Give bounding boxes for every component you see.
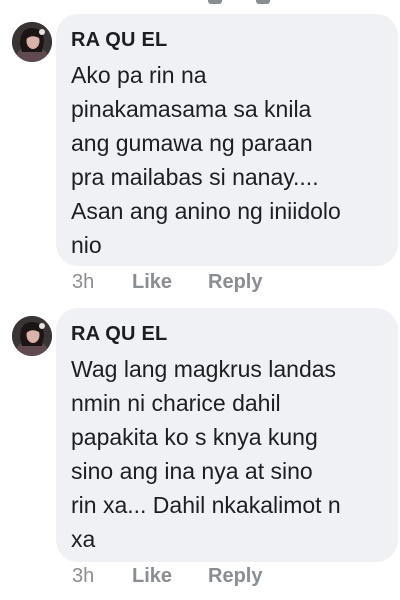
comment-actions: 3h Like Reply [72, 565, 262, 588]
comment-author[interactable]: RA QU EL [71, 28, 382, 52]
comment-text: Ako pa rin na pinakamasama sa knila ang … [71, 62, 341, 258]
comment-bubble: RA QU EL Ako pa rin na pinakamasama sa k… [56, 14, 398, 266]
like-button[interactable]: Like [132, 565, 208, 588]
reply-button[interactable]: Reply [208, 565, 262, 588]
avatar[interactable] [12, 22, 52, 62]
avatar[interactable] [12, 316, 52, 356]
comment-actions: 3h Like Reply [72, 271, 262, 294]
reply-button[interactable]: Reply [208, 271, 262, 294]
comment-author[interactable]: RA QU EL [71, 322, 382, 346]
comment-thread: RA QU EL Ako pa rin na pinakamasama sa k… [0, 0, 400, 600]
previous-actions-cutoff [0, 0, 400, 6]
comment-bubble: RA QU EL Wag lang magkrus landas nmin ni… [56, 308, 398, 562]
comment-text: Wag lang magkrus landas nmin ni charice … [71, 356, 341, 552]
comment-timestamp[interactable]: 3h [72, 271, 132, 294]
profile-avatar-icon [12, 316, 52, 356]
cutoff-glyph [208, 0, 222, 4]
profile-avatar-icon [12, 22, 52, 62]
like-button[interactable]: Like [132, 271, 208, 294]
cutoff-glyph [256, 0, 270, 4]
comment-timestamp[interactable]: 3h [72, 565, 132, 588]
